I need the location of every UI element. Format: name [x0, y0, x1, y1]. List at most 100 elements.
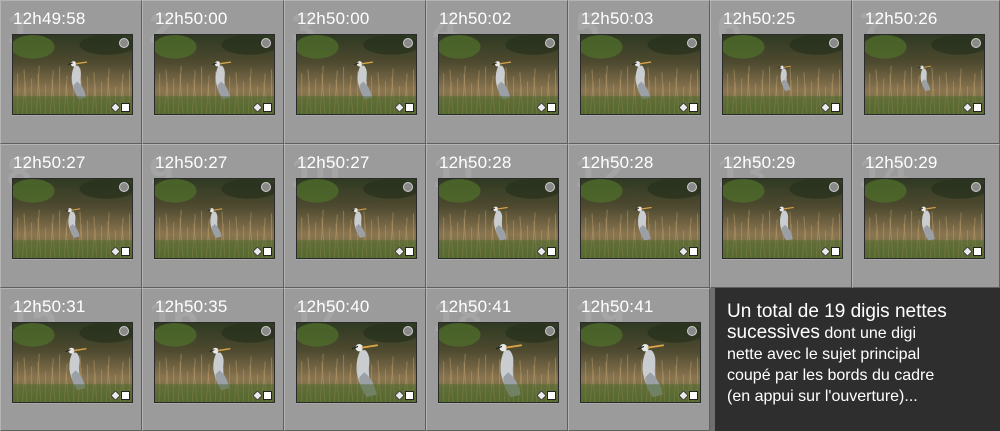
unflagged-dot-icon[interactable] [403, 38, 413, 48]
photo-cell[interactable]: 11 12h50:28 [426, 144, 568, 288]
photo-cell[interactable]: 19 12h50:41 [568, 288, 710, 431]
unflagged-dot-icon[interactable] [119, 326, 129, 336]
photo-cell[interactable]: 3 12h50:00 [284, 0, 426, 144]
crop-icon[interactable] [405, 103, 414, 112]
photo-cell[interactable]: 18 12h50:41 [426, 288, 568, 431]
crop-icon[interactable] [121, 391, 130, 400]
develop-adjusted-icon[interactable] [110, 390, 121, 401]
unflagged-dot-icon[interactable] [119, 182, 129, 192]
photo-thumbnail[interactable] [154, 34, 275, 115]
unflagged-dot-icon[interactable] [545, 326, 555, 336]
crop-icon[interactable] [973, 247, 982, 256]
crop-icon[interactable] [263, 103, 272, 112]
unflagged-dot-icon[interactable] [545, 182, 555, 192]
crop-icon[interactable] [405, 391, 414, 400]
photo-thumbnail[interactable] [12, 34, 133, 115]
photo-thumbnail[interactable] [580, 322, 701, 403]
develop-adjusted-icon[interactable] [678, 246, 689, 257]
develop-adjusted-icon[interactable] [678, 390, 689, 401]
photo-cell[interactable]: 16 12h50:35 [142, 288, 284, 431]
unflagged-dot-icon[interactable] [971, 182, 981, 192]
thumb-badges [394, 246, 414, 257]
crop-icon[interactable] [831, 247, 840, 256]
photo-cell[interactable]: 14 12h50:29 [852, 144, 1000, 288]
crop-icon[interactable] [263, 247, 272, 256]
develop-adjusted-icon[interactable] [962, 102, 973, 113]
photo-thumbnail[interactable] [438, 178, 559, 259]
photo-thumbnail[interactable] [438, 322, 559, 403]
develop-adjusted-icon[interactable] [536, 246, 547, 257]
develop-adjusted-icon[interactable] [394, 102, 405, 113]
crop-icon[interactable] [547, 391, 556, 400]
photo-cell[interactable]: 7 12h50:26 [852, 0, 1000, 144]
photo-timestamp: 12h49:58 [13, 9, 86, 28]
photo-thumbnail[interactable] [12, 322, 133, 403]
develop-adjusted-icon[interactable] [394, 246, 405, 257]
crop-icon[interactable] [121, 103, 130, 112]
develop-adjusted-icon[interactable] [820, 102, 831, 113]
unflagged-dot-icon[interactable] [403, 182, 413, 192]
photo-thumbnail[interactable] [580, 178, 701, 259]
photo-timestamp: 12h50:27 [13, 153, 86, 172]
unflagged-dot-icon[interactable] [687, 326, 697, 336]
photo-cell[interactable]: 12 12h50:28 [568, 144, 710, 288]
unflagged-dot-icon[interactable] [545, 38, 555, 48]
photo-thumbnail[interactable] [864, 178, 985, 259]
develop-adjusted-icon[interactable] [820, 246, 831, 257]
develop-adjusted-icon[interactable] [962, 246, 973, 257]
photo-thumbnail[interactable] [438, 34, 559, 115]
photo-cell[interactable]: 5 12h50:03 [568, 0, 710, 144]
photo-cell[interactable]: 10 12h50:27 [284, 144, 426, 288]
crop-icon[interactable] [689, 103, 698, 112]
develop-adjusted-icon[interactable] [678, 102, 689, 113]
develop-adjusted-icon[interactable] [110, 246, 121, 257]
unflagged-dot-icon[interactable] [829, 38, 839, 48]
photo-cell[interactable]: 4 12h50:02 [426, 0, 568, 144]
crop-icon[interactable] [973, 103, 982, 112]
photo-timestamp: 12h50:41 [439, 297, 512, 316]
crop-icon[interactable] [121, 247, 130, 256]
develop-adjusted-icon[interactable] [252, 102, 263, 113]
photo-thumbnail[interactable] [12, 178, 133, 259]
photo-thumbnail[interactable] [722, 178, 843, 259]
unflagged-dot-icon[interactable] [403, 326, 413, 336]
photo-cell[interactable]: 1 12h49:58 [0, 0, 142, 144]
unflagged-dot-icon[interactable] [261, 326, 271, 336]
unflagged-dot-icon[interactable] [261, 182, 271, 192]
photo-cell[interactable]: 6 12h50:25 [710, 0, 852, 144]
photo-thumbnail[interactable] [154, 178, 275, 259]
unflagged-dot-icon[interactable] [687, 38, 697, 48]
photo-timestamp: 12h50:27 [155, 153, 228, 172]
unflagged-dot-icon[interactable] [687, 182, 697, 192]
photo-thumbnail[interactable] [296, 34, 417, 115]
develop-adjusted-icon[interactable] [252, 390, 263, 401]
crop-icon[interactable] [831, 103, 840, 112]
photo-cell[interactable]: 9 12h50:27 [142, 144, 284, 288]
crop-icon[interactable] [689, 247, 698, 256]
photo-thumbnail[interactable] [580, 34, 701, 115]
photo-cell[interactable]: 13 12h50:29 [710, 144, 852, 288]
crop-icon[interactable] [689, 391, 698, 400]
develop-adjusted-icon[interactable] [252, 246, 263, 257]
photo-thumbnail[interactable] [864, 34, 985, 115]
develop-adjusted-icon[interactable] [536, 102, 547, 113]
photo-thumbnail[interactable] [296, 322, 417, 403]
unflagged-dot-icon[interactable] [261, 38, 271, 48]
photo-thumbnail[interactable] [296, 178, 417, 259]
unflagged-dot-icon[interactable] [119, 38, 129, 48]
crop-icon[interactable] [405, 247, 414, 256]
photo-cell[interactable]: 15 12h50:31 [0, 288, 142, 431]
develop-adjusted-icon[interactable] [536, 390, 547, 401]
photo-cell[interactable]: 17 12h50:40 [284, 288, 426, 431]
unflagged-dot-icon[interactable] [971, 38, 981, 48]
develop-adjusted-icon[interactable] [110, 102, 121, 113]
photo-cell[interactable]: 8 12h50:27 [0, 144, 142, 288]
crop-icon[interactable] [263, 391, 272, 400]
develop-adjusted-icon[interactable] [394, 390, 405, 401]
unflagged-dot-icon[interactable] [829, 182, 839, 192]
photo-thumbnail[interactable] [722, 34, 843, 115]
photo-thumbnail[interactable] [154, 322, 275, 403]
crop-icon[interactable] [547, 247, 556, 256]
crop-icon[interactable] [547, 103, 556, 112]
photo-cell[interactable]: 2 12h50:00 [142, 0, 284, 144]
